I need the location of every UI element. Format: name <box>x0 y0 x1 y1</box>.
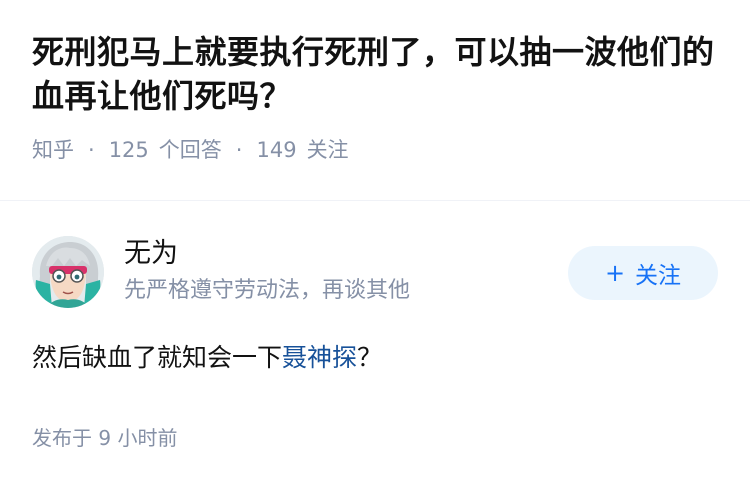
question-header: 死刑犯马上就要执行死刑了，可以抽一波他们的血再让他们死吗？ 知乎 · 125 个… <box>32 30 722 164</box>
answer-count-label: 个回答 <box>158 138 222 162</box>
meta-separator: · <box>88 138 95 162</box>
follower-count-label: 关注 <box>306 138 349 162</box>
answer-count: 125 <box>108 138 149 162</box>
follow-button[interactable]: + 关注 <box>568 246 718 300</box>
author-bio: 先严格遵守劳动法，再谈其他 <box>124 278 411 303</box>
follow-button-label: 关注 <box>635 263 682 289</box>
answer-link[interactable]: 聂神探 <box>282 343 357 372</box>
answer-text-end: ？ <box>357 343 383 372</box>
author-row: 无为 先严格遵守劳动法，再谈其他 + 关注 <box>32 236 718 308</box>
question-title[interactable]: 死刑犯马上就要执行死刑了，可以抽一波他们的血再让他们死吗？ <box>32 30 722 118</box>
answer-text: 然后缺血了就知会一下 <box>32 343 283 372</box>
follower-count: 149 <box>256 138 297 162</box>
answer-content: 然后缺血了就知会一下聂神探？ <box>32 340 382 376</box>
anime-character-avatar-icon <box>32 236 104 308</box>
source-label[interactable]: 知乎 <box>32 136 74 164</box>
plus-icon: + <box>604 259 626 287</box>
author-info: 无为 先严格遵守劳动法，再谈其他 <box>124 236 410 306</box>
section-divider <box>0 200 750 201</box>
question-meta: 知乎 · 125 个回答 · 149 关注 <box>32 136 722 164</box>
publish-time: 发布于 9 小时前 <box>32 426 178 450</box>
author-name[interactable]: 无为 <box>124 236 410 272</box>
meta-separator: · <box>235 138 243 162</box>
avatar[interactable] <box>32 236 104 308</box>
